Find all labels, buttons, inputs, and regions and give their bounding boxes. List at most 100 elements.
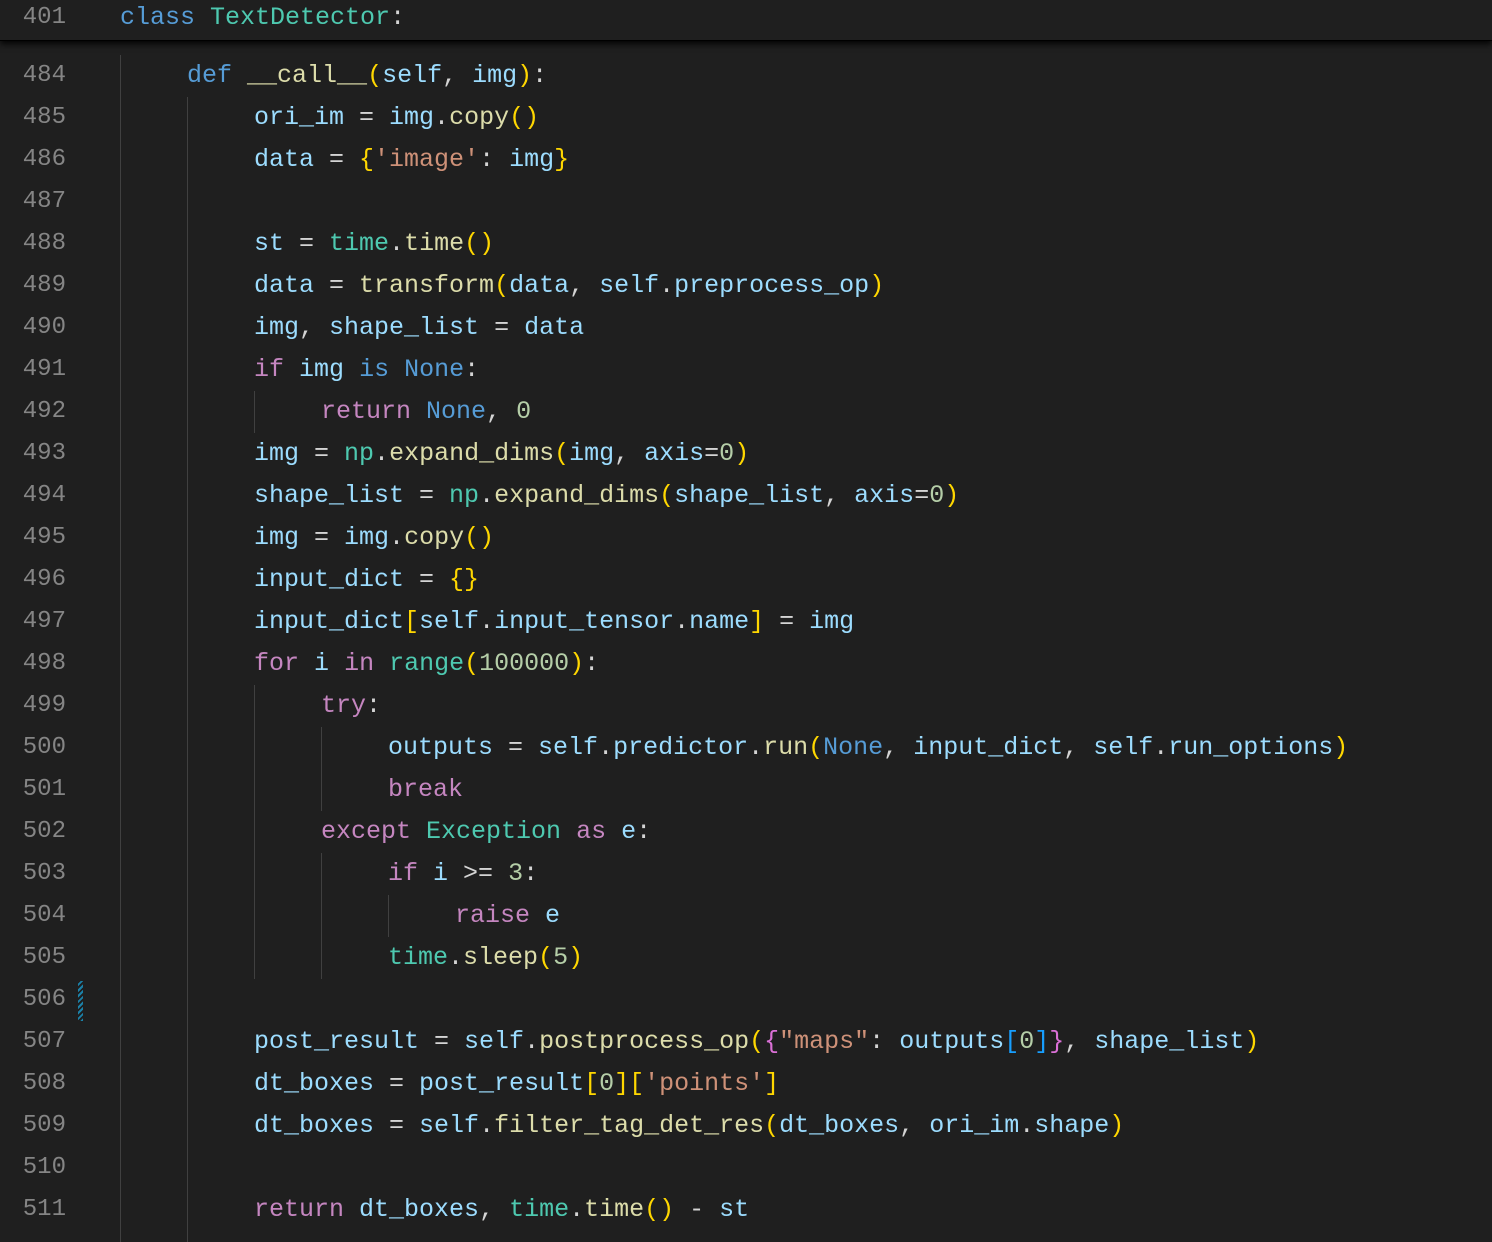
line-number[interactable]: 502 <box>0 811 66 853</box>
code-line[interactable]: 486 data = {'image': img} <box>0 139 1492 181</box>
code-token: return <box>254 1195 345 1224</box>
code-text[interactable]: if i >= 3: <box>388 853 538 895</box>
line-number[interactable]: 484 <box>0 55 66 97</box>
code-token: , <box>486 397 517 426</box>
code-text[interactable]: img, shape_list = data <box>254 307 584 349</box>
code-text[interactable]: data = transform(data, self.preprocess_o… <box>254 265 884 307</box>
code-line[interactable]: 493 img = np.expand_dims(img, axis=0) <box>0 433 1492 475</box>
line-number[interactable]: 495 <box>0 517 66 559</box>
line-number[interactable]: 401 <box>0 0 66 39</box>
line-number[interactable]: 486 <box>0 139 66 181</box>
code-text[interactable]: dt_boxes = self.filter_tag_det_res(dt_bo… <box>254 1105 1124 1147</box>
code-text[interactable]: dt_boxes = post_result[0]['points'] <box>254 1063 779 1105</box>
code-text[interactable]: if img is None: <box>254 349 479 391</box>
code-line[interactable]: 509 dt_boxes = self.filter_tag_det_res(dt… <box>0 1105 1492 1147</box>
code-text[interactable]: st = time.time() <box>254 223 494 265</box>
code-text[interactable]: break <box>388 769 463 811</box>
sticky-scroll-header[interactable]: 401 class TextDetector: <box>0 0 1492 41</box>
code-text[interactable]: for i in range(100000): <box>254 643 599 685</box>
line-number[interactable]: 501 <box>0 769 66 811</box>
code-text[interactable]: post_result = self.postprocess_op({"maps… <box>254 1021 1259 1063</box>
code-token: } <box>554 145 570 174</box>
code-line[interactable]: 508 dt_boxes = post_result[0]['points'] <box>0 1063 1492 1105</box>
line-number[interactable]: 500 <box>0 727 66 769</box>
code-text[interactable]: time.sleep(5) <box>388 937 583 979</box>
line-number[interactable]: 493 <box>0 433 66 475</box>
code-token: . <box>389 229 405 258</box>
code-line[interactable]: 487 <box>0 181 1492 223</box>
code-line[interactable]: 510 <box>0 1147 1492 1189</box>
line-number[interactable]: 492 <box>0 391 66 433</box>
line-number[interactable]: 497 <box>0 601 66 643</box>
code-text[interactable]: def __call__(self, img): <box>187 55 547 97</box>
code-text[interactable]: ori_im = img.copy() <box>254 97 539 139</box>
code-line[interactable]: 502 except Exception as e: <box>0 811 1492 853</box>
code-line[interactable]: 505 time.sleep(5) <box>0 937 1492 979</box>
code-line[interactable]: 485 ori_im = img.copy() <box>0 97 1492 139</box>
line-number[interactable]: 498 <box>0 643 66 685</box>
code-line[interactable]: 501 break <box>0 769 1492 811</box>
line-number[interactable]: 505 <box>0 937 66 979</box>
code-line[interactable]: 484 def __call__(self, img): <box>0 55 1492 97</box>
line-number[interactable]: 485 <box>0 97 66 139</box>
indent-guide <box>254 391 255 433</box>
code-line[interactable]: 500 outputs = self.predictor.run(None, in… <box>0 727 1492 769</box>
code-text[interactable]: input_dict[self.input_tensor.name] = img <box>254 601 854 643</box>
code-line[interactable]: 503 if i >= 3: <box>0 853 1492 895</box>
code-text[interactable]: img = img.copy() <box>254 517 494 559</box>
code-text[interactable]: shape_list = np.expand_dims(shape_list, … <box>254 475 959 517</box>
code-token: class <box>120 3 196 32</box>
code-text[interactable]: try: <box>321 685 381 727</box>
code-editor[interactable]: { "editor": { "sticky": [ { "num": "401"… <box>0 0 1492 1242</box>
line-number[interactable]: 504 <box>0 895 66 937</box>
code-line[interactable]: 496 input_dict = {} <box>0 559 1492 601</box>
line-number[interactable]: 509 <box>0 1105 66 1147</box>
line-number[interactable]: 503 <box>0 853 66 895</box>
line-number[interactable]: 487 <box>0 181 66 223</box>
line-number[interactable]: 496 <box>0 559 66 601</box>
line-number[interactable]: 499 <box>0 685 66 727</box>
code-token: ) <box>517 61 533 90</box>
code-text[interactable]: return dt_boxes, time.time() - st <box>254 1189 749 1231</box>
code-line[interactable]: 490 img, shape_list = data <box>0 307 1492 349</box>
code-text[interactable]: img = np.expand_dims(img, axis=0) <box>254 433 749 475</box>
line-number[interactable]: 490 <box>0 307 66 349</box>
line-number[interactable]: 488 <box>0 223 66 265</box>
code-text[interactable]: return None, 0 <box>321 391 531 433</box>
code-text[interactable]: except Exception as e: <box>321 811 651 853</box>
code-text[interactable]: raise e <box>455 895 560 937</box>
code-line[interactable]: 506 <box>0 979 1492 1021</box>
code-token: img <box>389 103 435 132</box>
line-number[interactable]: 511 <box>0 1189 66 1231</box>
code-line[interactable]: 495 img = img.copy() <box>0 517 1492 559</box>
code-line[interactable]: 491 if img is None: <box>0 349 1492 391</box>
line-number[interactable]: 510 <box>0 1147 66 1189</box>
modified-line-indicator[interactable] <box>78 981 83 1021</box>
code-line[interactable]: 489 data = transform(data, self.preproces… <box>0 265 1492 307</box>
code-line[interactable]: 507 post_result = self.postprocess_op({"m… <box>0 1021 1492 1063</box>
line-number[interactable]: 494 <box>0 475 66 517</box>
line-number[interactable]: 491 <box>0 349 66 391</box>
code-token: dt_boxes <box>254 1111 375 1140</box>
code-line[interactable]: 504 raise e <box>0 895 1492 937</box>
code-text[interactable]: class TextDetector: <box>120 0 405 39</box>
code-token: 0 <box>929 481 945 510</box>
code-line[interactable]: 401 class TextDetector: <box>0 0 1492 39</box>
code-token: : <box>636 817 652 846</box>
code-line[interactable]: 499 try: <box>0 685 1492 727</box>
code-text[interactable]: outputs = self.predictor.run(None, input… <box>388 727 1348 769</box>
code-line[interactable]: 511 return dt_boxes, time.time() - st <box>0 1189 1492 1231</box>
code-line[interactable]: 498 for i in range(100000): <box>0 643 1492 685</box>
line-number[interactable]: 506 <box>0 979 66 1021</box>
line-number[interactable]: 508 <box>0 1063 66 1105</box>
line-number[interactable]: 489 <box>0 265 66 307</box>
code-line[interactable]: 488 st = time.time() <box>0 223 1492 265</box>
code-line[interactable]: 492 return None, 0 <box>0 391 1492 433</box>
code-token: . <box>434 103 450 132</box>
code-text[interactable]: input_dict = {} <box>254 559 479 601</box>
line-number[interactable]: 507 <box>0 1021 66 1063</box>
code-line[interactable]: 497 input_dict[self.input_tensor.name] = … <box>0 601 1492 643</box>
code-line[interactable]: 494 shape_list = np.expand_dims(shape_lis… <box>0 475 1492 517</box>
code-text[interactable]: data = {'image': img} <box>254 139 569 181</box>
